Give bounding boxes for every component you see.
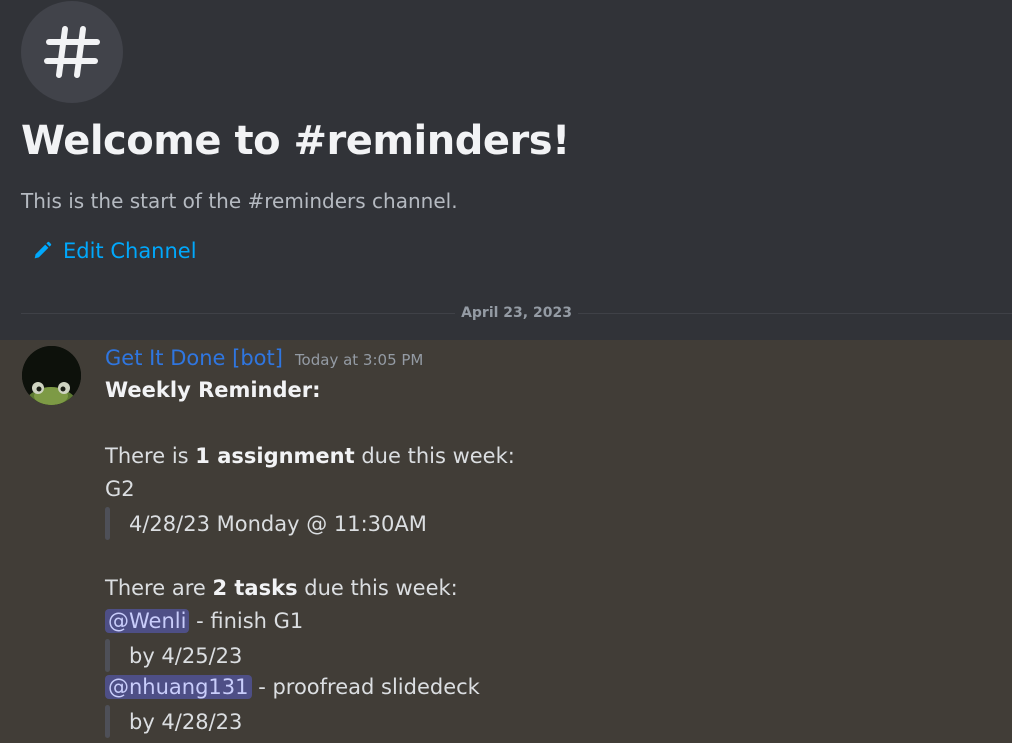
message: Get It Done [bot] Today at 3:05 PM Weekl… [0,340,1012,743]
divider-date: April 23, 2023 [461,305,572,321]
tasks-summary: There are 2 tasks due this week: [105,576,458,600]
assignment-due: 4/28/23 Monday @ 11:30AM [129,511,427,536]
assignment-summary: There is 1 assignment due this week: [105,444,515,468]
task-due-quote: by 4/28/23 [105,705,242,738]
edit-channel-label: Edit Channel [63,239,197,263]
author-name[interactable]: Get It Done [bot] [105,346,283,370]
quote-bar [105,639,110,672]
assignment-name: G2 [105,477,135,501]
task-due-quote: by 4/25/23 [105,639,242,672]
avatar[interactable] [22,346,81,405]
bot-avatar-image [22,346,81,405]
tasks-count: 2 tasks [212,576,298,600]
task-item: @Wenli - finish G1 [105,609,303,633]
user-mention[interactable]: @nhuang131 [105,675,252,699]
quote-bar [105,705,110,738]
task-description: - finish G1 [189,609,304,633]
assignment-count: 1 assignment [195,444,355,468]
quote-bar [105,507,110,540]
tasks-summary-prefix: There are [105,576,213,600]
message-timestamp: Today at 3:05 PM [294,351,424,369]
assignment-summary-suffix: due this week: [354,444,515,468]
channel-icon-circle [21,1,123,103]
task-due: by 4/25/23 [129,643,243,668]
welcome-title: Welcome to #reminders! [21,118,570,164]
divider-line [21,312,456,314]
pencil-icon [34,241,52,259]
task-due: by 4/28/23 [129,709,243,734]
chat-view: Welcome to #reminders! This is the start… [0,0,1012,743]
assignment-summary-prefix: There is [105,444,196,468]
tasks-summary-suffix: due this week: [297,576,458,600]
divider-line [577,312,1012,314]
task-description: - proofread slidedeck [251,675,480,699]
welcome-subtitle: This is the start of the #reminders chan… [21,189,458,213]
edit-channel-button[interactable]: Edit Channel [31,239,197,263]
assignment-due-quote: 4/28/23 Monday @ 11:30AM [105,507,427,540]
date-divider: April 23, 2023 [21,302,1012,324]
task-item: @nhuang131 - proofread slidedeck [105,675,480,699]
hash-icon [44,26,100,78]
user-mention[interactable]: @Wenli [105,609,190,633]
reminder-heading: Weekly Reminder: [105,378,321,402]
message-header: Get It Done [bot] Today at 3:05 PM [105,346,423,370]
